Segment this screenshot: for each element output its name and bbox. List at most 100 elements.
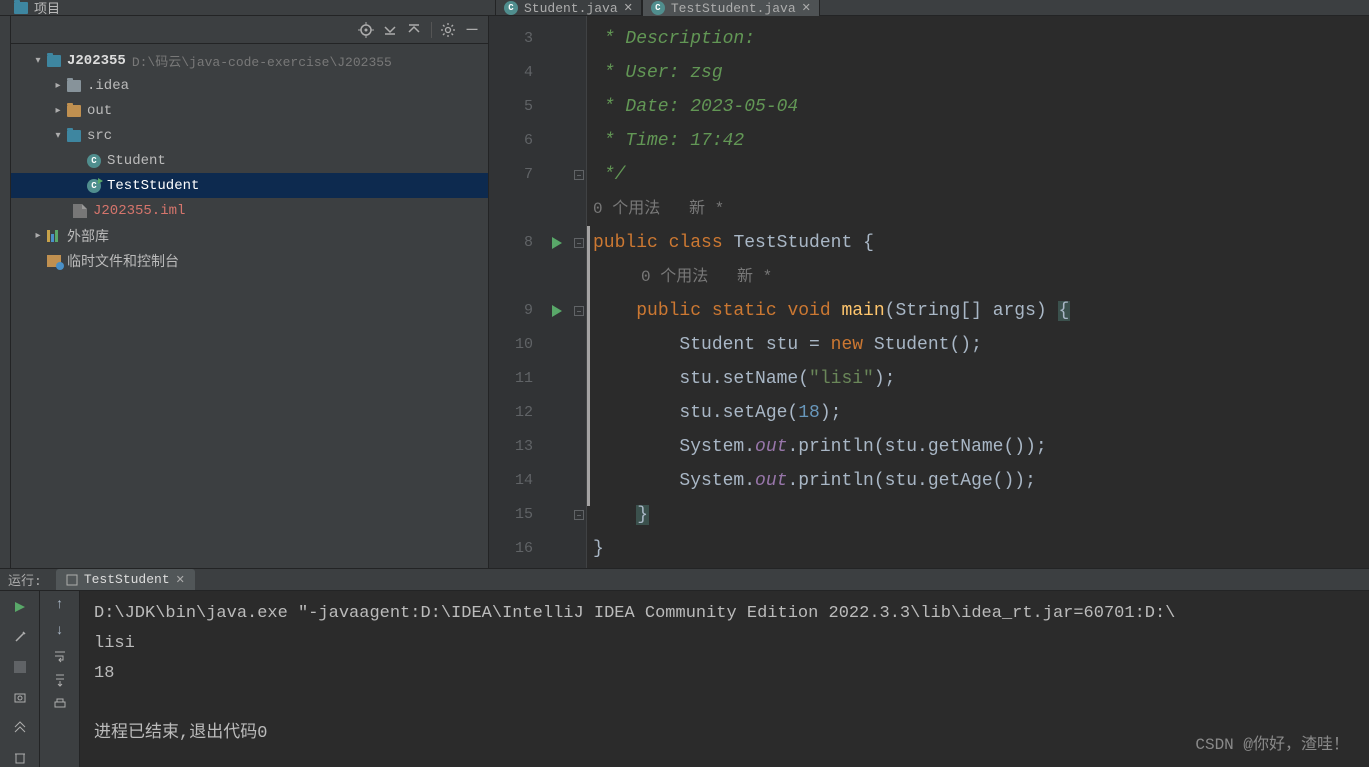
collapse-icon[interactable]: [378, 18, 402, 42]
line-number: 16: [489, 532, 543, 566]
hide-icon[interactable]: —: [460, 18, 484, 42]
class-icon: C: [504, 1, 518, 15]
class-icon: C: [651, 1, 665, 15]
run-class-icon[interactable]: [552, 237, 562, 249]
code-text: * Time: 17:42: [593, 131, 744, 151]
code-text: * Description:: [593, 29, 755, 49]
tree-label: J202355.iml: [89, 203, 185, 219]
tree-scratch[interactable]: 临时文件和控制台: [11, 248, 488, 273]
tree-src[interactable]: ▾ src: [11, 123, 488, 148]
fold-end-icon[interactable]: [574, 510, 584, 520]
tree-label: out: [83, 103, 112, 119]
console-line: lisi: [94, 629, 1355, 659]
fold-start-icon[interactable]: [574, 306, 584, 316]
gear-icon[interactable]: [436, 18, 460, 42]
line-number: 5: [489, 90, 543, 124]
tree-class-student[interactable]: C Student: [11, 148, 488, 173]
fold-end-icon[interactable]: [574, 170, 584, 180]
chevron-right-icon[interactable]: ▸: [51, 80, 65, 92]
tree-label: J202355: [63, 53, 126, 69]
locate-icon[interactable]: [354, 18, 378, 42]
tree-root[interactable]: ▾ J202355 D:\码云\java-code-exercise\J2023…: [11, 48, 488, 73]
line-number-gutter[interactable]: 3 4 5 6 7 8 9 10 11 12 13 14 15 16: [489, 16, 543, 568]
folder-icon: [67, 130, 81, 142]
chevron-right-icon[interactable]: ▸: [31, 230, 45, 242]
folder-icon: [67, 105, 81, 117]
console-line: D:\JDK\bin\java.exe "-javaagent:D:\IDEA\…: [94, 599, 1355, 629]
tab-label: Student.java: [524, 1, 618, 16]
chevron-down-icon[interactable]: ▾: [51, 130, 65, 142]
layout-button[interactable]: [10, 717, 30, 737]
project-tree[interactable]: ▾ J202355 D:\码云\java-code-exercise\J2023…: [11, 44, 488, 568]
fold-start-icon[interactable]: [574, 238, 584, 248]
stop-button[interactable]: [10, 657, 30, 677]
tree-iml[interactable]: J202355.iml: [11, 198, 488, 223]
wrap-button[interactable]: [53, 649, 67, 663]
tree-label: Student: [103, 153, 166, 169]
tree-label: 外部库: [63, 226, 109, 246]
topbar-project-label: 项目: [34, 0, 60, 17]
print-button[interactable]: [53, 697, 67, 711]
dump-button[interactable]: [10, 687, 30, 707]
library-icon: [47, 230, 61, 242]
run-tab-label: TestStudent: [84, 572, 170, 587]
project-panel: — ▾ J202355 D:\码云\java-code-exercise\J20…: [11, 16, 489, 568]
scratch-icon: [47, 255, 61, 267]
left-gutter-bar[interactable]: [0, 16, 11, 568]
run-toolwindow: 运行: TestStudent ✕ ↑ ↓ D:\JDK\bin\java.ex…: [0, 568, 1369, 763]
console-line: 进程已结束,退出代码0: [94, 719, 1355, 749]
divider: [426, 18, 436, 42]
tree-out[interactable]: ▸ out: [11, 98, 488, 123]
folder-icon: [14, 2, 28, 14]
fold-gutter[interactable]: [571, 16, 587, 568]
watermark: CSDN @你好，渣哇！: [1195, 730, 1349, 754]
line-number: 10: [489, 328, 543, 362]
line-number: [489, 260, 543, 294]
down-button[interactable]: ↓: [55, 623, 63, 639]
tab-student[interactable]: C Student.java ✕: [495, 0, 642, 16]
line-number: 12: [489, 396, 543, 430]
tree-class-teststudent[interactable]: C TestStudent: [11, 173, 488, 198]
rerun-button[interactable]: [10, 597, 30, 617]
tab-teststudent[interactable]: C TestStudent.java ✕: [642, 0, 820, 16]
run-toolbar-left2: ↑ ↓: [40, 591, 80, 767]
tree-label: TestStudent: [103, 178, 199, 194]
tree-libs[interactable]: ▸ 外部库: [11, 223, 488, 248]
line-number: 8: [489, 226, 543, 260]
console-line: 18: [94, 659, 1355, 689]
settings-button[interactable]: [10, 627, 30, 647]
editor[interactable]: 3 4 5 6 7 8 9 10 11 12 13 14 15 16: [489, 16, 1369, 568]
code-area[interactable]: * Description: * User: zsg * Date: 2023-…: [587, 16, 1369, 568]
tree-label: .idea: [83, 78, 129, 94]
line-number: 6: [489, 124, 543, 158]
close-icon[interactable]: ✕: [176, 573, 185, 587]
code-text: * User: zsg: [593, 63, 723, 83]
close-icon[interactable]: ✕: [624, 1, 633, 15]
tree-idea[interactable]: ▸ .idea: [11, 73, 488, 98]
scroll-button[interactable]: [53, 673, 67, 687]
line-number: 9: [489, 294, 543, 328]
chevron-right-icon[interactable]: ▸: [51, 105, 65, 117]
run-label: 运行:: [8, 570, 52, 589]
folder-icon: [47, 55, 61, 67]
tree-label: 临时文件和控制台: [63, 251, 179, 271]
line-number: [489, 192, 543, 226]
run-tab[interactable]: TestStudent ✕: [56, 569, 195, 590]
run-gutter[interactable]: [543, 16, 571, 568]
line-number: 4: [489, 56, 543, 90]
up-button[interactable]: ↑: [55, 597, 63, 613]
run-method-icon[interactable]: [552, 305, 562, 317]
line-number: 14: [489, 464, 543, 498]
inlay-hint[interactable]: 0 个用法 新 *: [593, 192, 1369, 226]
tree-path: D:\码云\java-code-exercise\J202355: [126, 51, 392, 70]
iml-icon: [73, 204, 87, 218]
trash-button[interactable]: [10, 747, 30, 767]
close-icon[interactable]: ✕: [802, 1, 811, 15]
chevron-down-icon[interactable]: ▾: [31, 55, 45, 67]
expand-icon[interactable]: [402, 18, 426, 42]
line-number: 13: [489, 430, 543, 464]
console-line: [94, 689, 1355, 719]
inlay-hint[interactable]: 0 个用法 新 *: [593, 260, 1369, 294]
tab-label: TestStudent.java: [671, 1, 796, 16]
console-output[interactable]: D:\JDK\bin\java.exe "-javaagent:D:\IDEA\…: [80, 591, 1369, 767]
